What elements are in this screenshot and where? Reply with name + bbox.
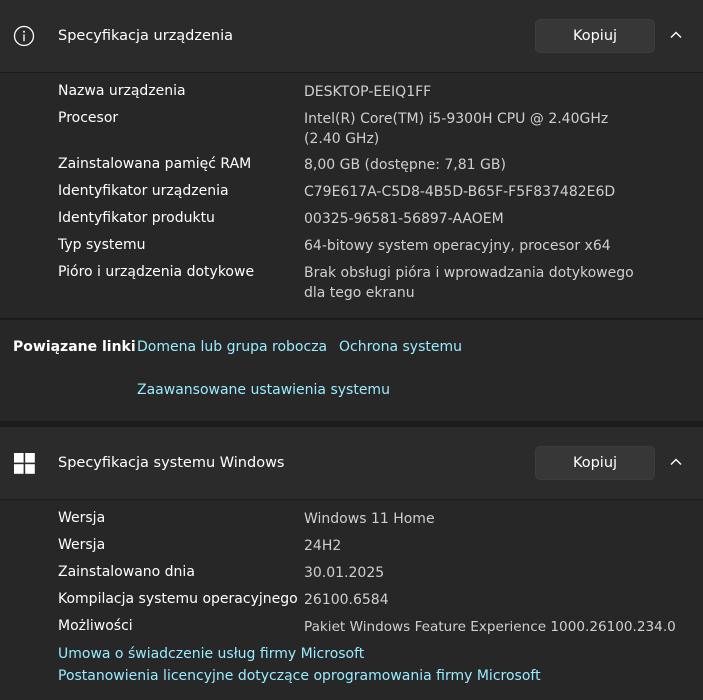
info-icon xyxy=(13,25,35,47)
processor-value: Intel(R) Core(TM) i5-9300H CPU @ 2.40GHz… xyxy=(304,111,609,147)
chevron-up-icon[interactable] xyxy=(667,26,685,44)
related-links-label: Powiązane linki xyxy=(13,339,136,355)
device-specs-title: Specyfikacja urządzenia xyxy=(58,28,234,44)
pen-touch-value: Brak obsługi pióra i wprowadzania dotyko… xyxy=(304,265,634,301)
pen-touch-label: Pióro i urządzenia dotykowe xyxy=(58,264,255,280)
system-type-label: Typ systemu xyxy=(58,237,146,253)
ram-value: 8,00 GB (dostępne: 7,81 GB) xyxy=(304,157,506,173)
device-name-value: DESKTOP-EEIQ1FF xyxy=(304,84,432,100)
system-type-value: 64-bitowy system operacyjny, procesor x6… xyxy=(304,238,611,254)
copy-device-specs-button[interactable]: Kopiuj xyxy=(535,19,655,53)
copy-windows-specs-button[interactable]: Kopiuj xyxy=(535,446,655,480)
edition-label: Wersja xyxy=(58,510,106,526)
windows-specs-header[interactable]: Specyfikacja systemu Windows Kopiuj xyxy=(0,427,703,499)
version-value: 24H2 xyxy=(304,538,342,554)
experience-label: Możliwości xyxy=(58,618,133,634)
experience-value: Pakiet Windows Feature Experience 1000.2… xyxy=(304,619,676,635)
product-id-label: Identyfikator produktu xyxy=(58,210,215,226)
windows-logo-icon xyxy=(14,453,35,474)
processor-label: Procesor xyxy=(58,110,119,126)
device-name-label: Nazwa urządzenia xyxy=(58,83,186,99)
os-build-value: 26100.6584 xyxy=(304,592,389,608)
advanced-system-settings-link[interactable]: Zaawansowane ustawienia systemu xyxy=(137,382,390,398)
version-label: Wersja xyxy=(58,537,106,553)
product-id-value: 00325-96581-56897-AAOEM xyxy=(304,211,504,227)
license-terms-link[interactable]: Postanowienia licencyjne dotyczące oprog… xyxy=(58,668,541,684)
windows-specs-title: Specyfikacja systemu Windows xyxy=(58,455,285,471)
os-build-label: Kompilacja systemu operacyjnego xyxy=(58,591,298,607)
device-id-value: C79E617A-C5D8-4B5D-B65F-F5F837482E6D xyxy=(304,184,616,200)
domain-workgroup-link[interactable]: Domena lub grupa robocza xyxy=(137,339,327,355)
ram-label: Zainstalowana pamięć RAM xyxy=(58,156,252,172)
device-id-label: Identyfikator urządzenia xyxy=(58,183,229,199)
system-protection-link[interactable]: Ochrona systemu xyxy=(339,339,462,355)
device-specs-header[interactable]: Specyfikacja urządzenia Kopiuj xyxy=(0,0,703,72)
edition-value: Windows 11 Home xyxy=(304,511,435,527)
installed-on-value: 30.01.2025 xyxy=(304,565,385,581)
installed-on-label: Zainstalowano dnia xyxy=(58,564,195,580)
services-agreement-link[interactable]: Umowa o świadczenie usług firmy Microsof… xyxy=(58,646,364,662)
chevron-up-icon[interactable] xyxy=(667,453,685,471)
related-links-panel xyxy=(0,320,703,421)
